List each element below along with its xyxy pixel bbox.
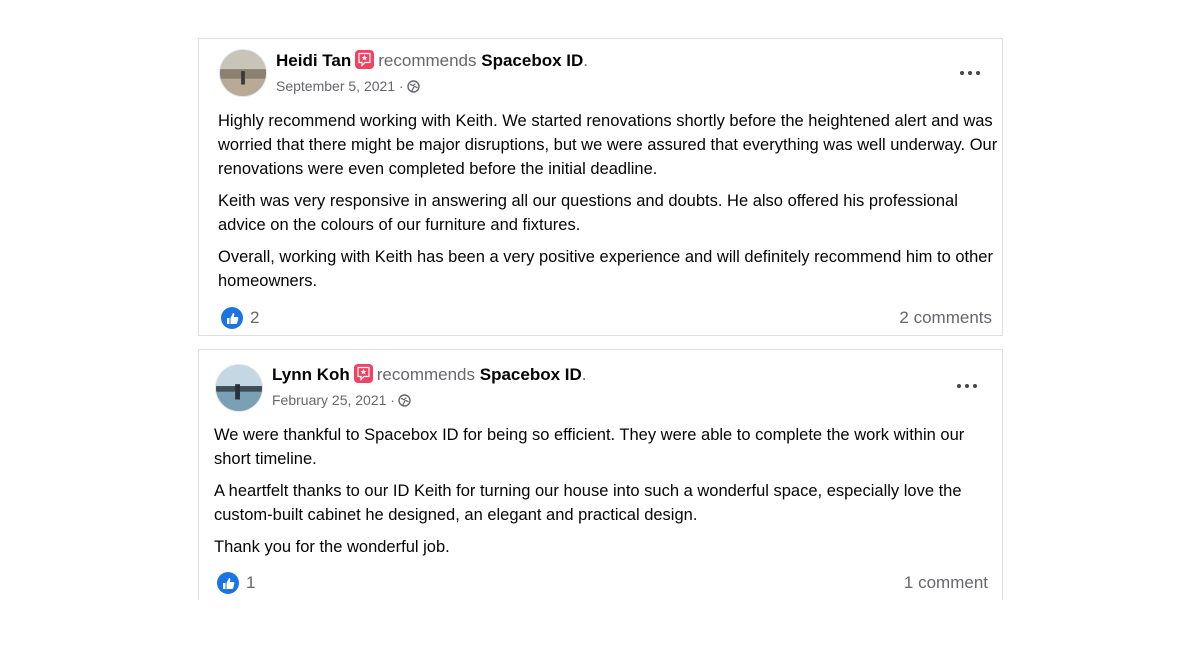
reaction-summary[interactable]: 2: [221, 307, 259, 329]
comments-link[interactable]: 2 comments: [899, 308, 992, 328]
like-icon: [221, 307, 243, 329]
post-date[interactable]: February 25, 2021: [272, 392, 386, 408]
post-headline: Heidi Tan recommends Spacebox ID.: [276, 50, 589, 70]
post-headline: Lynn Koh recommends Spacebox ID.: [272, 364, 587, 384]
post-paragraph: Highly recommend working with Keith. We …: [218, 112, 998, 178]
globe-icon: [398, 393, 411, 411]
page-link[interactable]: Spacebox ID: [480, 365, 582, 384]
post-paragraph: Keith was very responsive in answering a…: [218, 192, 958, 234]
post-date[interactable]: September 5, 2021: [276, 78, 395, 94]
recommend-star-badge-icon: [353, 364, 373, 383]
post-paragraph: Overall, working with Keith has been a v…: [218, 248, 993, 290]
author-avatar[interactable]: [219, 49, 267, 97]
post-meta: February 25, 2021 ·: [272, 391, 411, 411]
like-count: 2: [250, 308, 260, 327]
author-avatar[interactable]: [215, 364, 263, 412]
recommends-text: recommends: [378, 51, 477, 70]
meta-separator: ·: [390, 392, 395, 408]
globe-icon: [406, 79, 420, 97]
post-body: Highly recommend working with Keith. We …: [218, 109, 998, 301]
review-post: Lynn Koh recommends Spacebox ID. February…: [198, 349, 1003, 600]
meta-separator: ·: [398, 78, 404, 94]
more-options-icon[interactable]: [958, 63, 984, 83]
review-post: Heidi Tan recommends Spacebox ID. Septemb…: [198, 38, 1003, 336]
comments-link[interactable]: 1 comment: [904, 573, 988, 593]
author-name[interactable]: Lynn Koh: [272, 365, 350, 384]
reaction-summary[interactable]: 1: [217, 572, 255, 594]
post-meta: September 5, 2021 ·: [276, 77, 420, 97]
recommend-star-badge-icon: [355, 50, 375, 69]
like-count: 1: [246, 573, 256, 592]
post-paragraph: We were thankful to Spacebox ID for bein…: [214, 426, 965, 468]
page-link[interactable]: Spacebox ID: [481, 51, 583, 70]
more-options-icon[interactable]: [955, 376, 981, 396]
post-paragraph: A heartfelt thanks to our ID Keith for t…: [214, 482, 962, 524]
author-name[interactable]: Heidi Tan: [276, 51, 351, 70]
post-body: We were thankful to Spacebox ID for bein…: [214, 423, 994, 567]
recommends-text: recommends: [376, 365, 476, 384]
post-paragraph: Thank you for the wonderful job.: [214, 538, 450, 556]
like-icon: [217, 572, 239, 594]
